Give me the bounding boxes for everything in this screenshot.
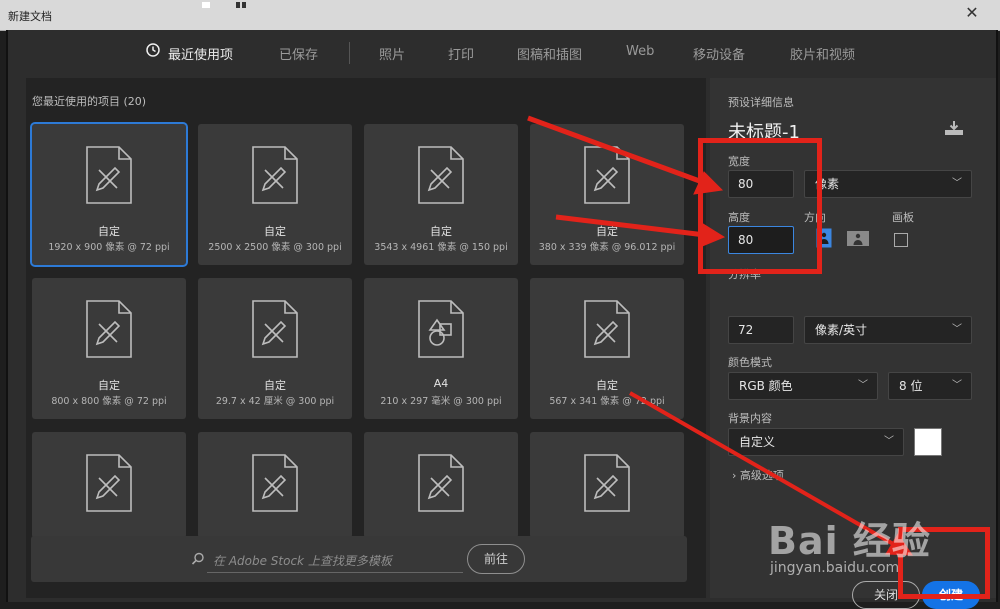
annotation-box-size (698, 138, 822, 274)
watermark-url: jingyan.baidu.com (770, 560, 900, 576)
annotation-arrow-width (527, 115, 706, 186)
annotation-arrow-height (555, 214, 706, 238)
watermark-logo: Bai 经验 (768, 519, 931, 563)
